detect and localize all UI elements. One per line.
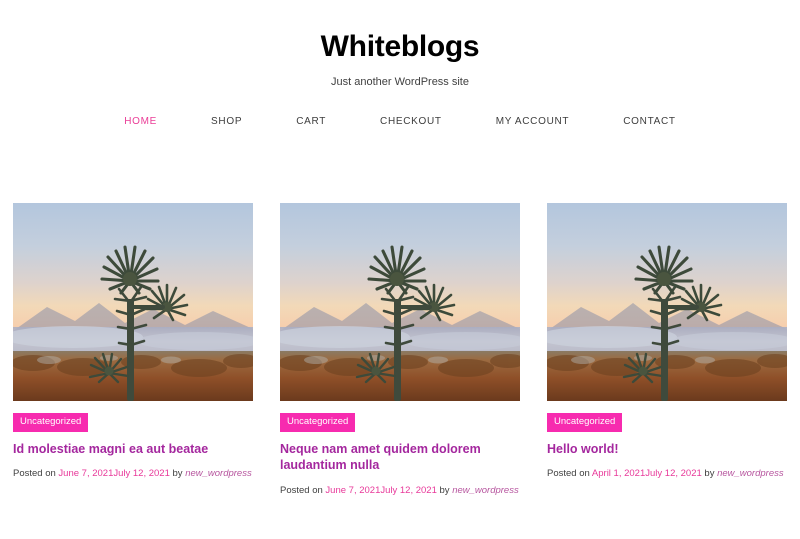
sunset-agave-plant-photo: [13, 203, 253, 401]
post-date-modified[interactable]: July 12, 2021: [645, 468, 702, 479]
post-thumbnail[interactable]: [13, 203, 253, 401]
sunset-agave-plant-photo: [280, 203, 520, 401]
post-card: Uncategorized Id molestiae magni ea aut …: [13, 203, 253, 497]
post-meta: Posted on June 7, 2021July 12, 2021 by n…: [280, 484, 520, 497]
sunset-agave-plant-photo: [547, 203, 787, 401]
nav-item-checkout[interactable]: CHECKOUT: [353, 116, 469, 127]
post-meta-prefix: Posted on: [13, 468, 59, 480]
primary-navigation: HOME SHOP CART CHECKOUT MY ACCOUNT CONTA…: [0, 116, 800, 127]
post-meta-by: by: [169, 468, 186, 480]
post-card: Uncategorized Neque nam amet quidem dolo…: [280, 203, 520, 497]
post-title[interactable]: Id molestiae magni ea aut beatae: [13, 441, 253, 458]
post-author[interactable]: new_wordpress: [717, 468, 784, 479]
nav-item-contact[interactable]: CONTACT: [596, 116, 703, 127]
post-date-published[interactable]: April 1, 2021: [592, 468, 645, 479]
post-title[interactable]: Hello world!: [547, 441, 787, 458]
post-card: Uncategorized Hello world! Posted on Apr…: [547, 203, 787, 497]
post-thumbnail[interactable]: [280, 203, 520, 401]
post-meta: Posted on April 1, 2021July 12, 2021 by …: [547, 467, 787, 480]
page-root: Whiteblogs Just another WordPress site H…: [0, 0, 800, 539]
post-date-modified[interactable]: July 12, 2021: [380, 485, 437, 496]
posts-grid: Uncategorized Id molestiae magni ea aut …: [13, 203, 800, 497]
nav-item-shop[interactable]: SHOP: [184, 116, 269, 127]
post-meta: Posted on June 7, 2021July 12, 2021 by n…: [13, 467, 253, 480]
post-category-badge[interactable]: Uncategorized: [280, 413, 356, 432]
post-author[interactable]: new_wordpress: [185, 468, 252, 479]
post-category-badge[interactable]: Uncategorized: [547, 413, 623, 432]
post-meta-prefix: Posted on: [280, 484, 326, 496]
nav-item-my-account[interactable]: MY ACCOUNT: [469, 116, 597, 127]
site-header: Whiteblogs Just another WordPress site: [0, 0, 800, 88]
post-meta-by: by: [436, 484, 453, 496]
post-thumbnail[interactable]: [547, 203, 787, 401]
site-title[interactable]: Whiteblogs: [0, 30, 800, 65]
site-tagline: Just another WordPress site: [331, 75, 469, 88]
post-meta-prefix: Posted on: [547, 468, 592, 480]
post-title[interactable]: Neque nam amet quidem dolorem laudantium…: [280, 441, 520, 474]
nav-item-home[interactable]: HOME: [97, 116, 184, 127]
post-category-badge[interactable]: Uncategorized: [13, 413, 89, 432]
nav-item-cart[interactable]: CART: [269, 116, 353, 127]
post-meta-by: by: [701, 468, 718, 480]
post-date-published[interactable]: June 7, 2021: [58, 468, 113, 479]
post-date-modified[interactable]: July 12, 2021: [113, 468, 170, 479]
post-date-published[interactable]: June 7, 2021: [325, 485, 380, 496]
post-author[interactable]: new_wordpress: [452, 485, 519, 496]
